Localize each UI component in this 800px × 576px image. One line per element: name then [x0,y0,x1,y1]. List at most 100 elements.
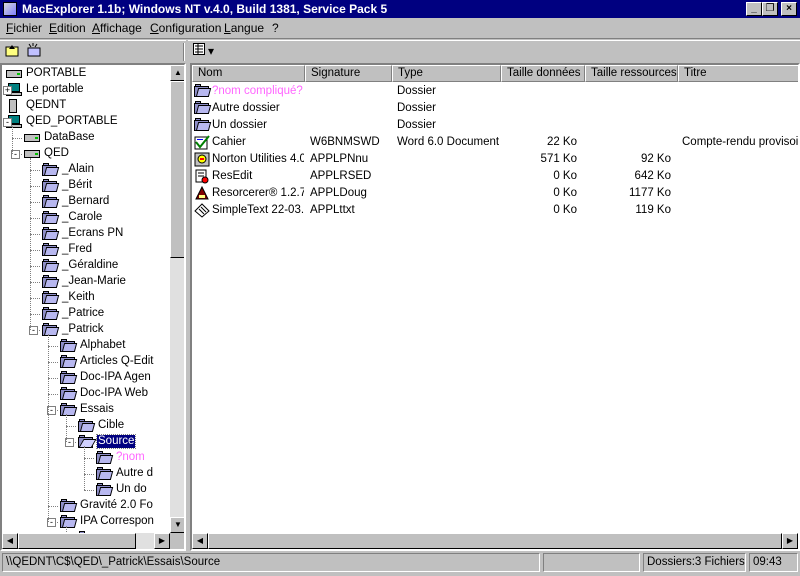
tree-item[interactable]: PORTABLE [6,66,170,82]
menu-help[interactable]: ? [272,21,279,35]
tree-item[interactable]: IPA Correspon [60,514,170,530]
tree-scroll-right-button[interactable]: ▶ [154,533,170,549]
file-row[interactable]: Norton Utilities 4.0 APPLPNnu 571 Ko 92 Ko [192,151,798,168]
file-row[interactable]: Un dossier Dossier [192,117,798,134]
column-header-taille-ressources[interactable]: Taille ressources [585,65,678,82]
tree-item[interactable]: DataBase [24,130,170,146]
tree-item[interactable]: _Patrice [42,306,170,322]
tree-item[interactable]: Un do [96,482,170,498]
tree-item-label: Autre d [116,467,154,479]
tree-item-label: _Bernard [62,195,110,207]
list-scroll-right-button[interactable]: ▶ [782,533,798,549]
tree-item-label: Un do [116,483,147,495]
close-button[interactable]: × [781,2,797,16]
cell-data-size: 0 Ko [553,170,577,182]
file-row[interactable]: ResEdit APPLRSED 0 Ko 642 Ko [192,168,798,185]
file-list-pane[interactable]: Nom Signature Type Taille données Taille… [190,63,800,551]
tree-item[interactable]: _Bernard [42,194,170,210]
tree-item[interactable]: _Alain [42,162,170,178]
folder-icon [194,84,212,99]
menu-fichier[interactable]: Fichier [6,21,42,35]
new-folder-button[interactable] [25,43,43,61]
cell-res-size: 1177 Ko [629,187,671,199]
minimize-button[interactable]: _ [746,2,762,16]
tree-item[interactable]: _Ecrans PN [42,226,170,242]
tree-item[interactable]: Alphabet [60,338,170,354]
menu-langue[interactable]: Langue [224,21,264,35]
tree-item[interactable]: _Géraldine [42,258,170,274]
tree-item[interactable]: Doc-IPA Agen [60,370,170,386]
tree-guide-line [84,446,85,490]
folder-icon [42,275,60,289]
app-icon[interactable] [3,2,17,16]
tree-item[interactable]: QEDNT [6,98,170,114]
tree-item[interactable]: QED [24,146,170,162]
tree-item[interactable]: Le portable [6,82,170,98]
column-header-type[interactable]: Type [392,65,501,82]
folder-icon [42,211,60,225]
tree-item[interactable]: _Carole [42,210,170,226]
cell-name: ResEdit [212,170,253,182]
tree-connector [48,378,58,379]
tree-connector [48,346,58,347]
tree-item[interactable]: Doc-IPA Web [60,386,170,402]
menu-affichage[interactable]: Affichage [92,21,142,35]
tree-scroll-down-button[interactable]: ▼ [170,517,184,533]
file-row[interactable]: ?nom compliqué? Dossier [192,83,798,100]
tree-item[interactable]: Source [78,434,170,450]
tree-vscroll-thumb[interactable] [170,81,184,258]
folder-icon [42,323,60,337]
column-header-signature[interactable]: Signature [305,65,392,82]
tree-item-label: QED [44,147,69,159]
toolbar-separator [183,43,185,61]
file-row[interactable]: SimpleText 22-03... APPLttxt 0 Ko 119 Ko [192,202,798,219]
list-scroll-left-button[interactable]: ◀ [192,533,208,549]
collapse-toggle[interactable]: - [3,118,12,127]
up-folder-icon [5,45,19,57]
tree-hscroll-thumb[interactable] [18,533,136,549]
cell-signature: W6BNMSWD [310,136,380,148]
file-row[interactable]: Resorcerer® 1.2.7 APPLDoug 0 Ko 1177 Ko [192,185,798,202]
tree-item[interactable]: Essais [60,402,170,418]
tree-connector [84,474,94,475]
tree-item[interactable]: ?nom [96,450,170,466]
column-header-taille-donnees[interactable]: Taille données [501,65,585,82]
status-time: 09:43 [749,553,798,572]
tree-connector [30,170,40,171]
tree-item-label: _Fred [62,243,93,255]
menu-configuration[interactable]: Configuration [150,21,221,35]
cell-signature: APPLDoug [310,187,367,199]
tree-connector [30,202,40,203]
folder-tree: PORTABLE Le portable + QEDNT QED_PORTABLE - Da… [2,65,170,533]
column-header-titre[interactable]: Titre [678,65,798,82]
cell-signature: APPLPNnu [310,153,369,165]
tree-item-label: Le portable [26,83,84,95]
tree-item[interactable]: Cible [78,418,170,434]
tree-item[interactable]: _Bérit [42,178,170,194]
column-header-nom[interactable]: Nom [192,65,305,82]
folder-icon [96,483,114,497]
tree-scroll-up-button[interactable]: ▲ [170,65,184,81]
tree-item[interactable]: QED_PORTABLE [6,114,170,130]
folder-icon [78,419,96,433]
tree-scroll-left-button[interactable]: ◀ [2,533,18,549]
tree-item[interactable]: Articles Q-Edit [60,354,170,370]
folder-tree-pane[interactable]: PORTABLE Le portable + QEDNT QED_PORTABLE - Da… [0,63,186,551]
file-row[interactable]: Cahier W6BNMSWD Word 6.0 Document 22 Ko Comp… [192,134,798,151]
tree-item[interactable]: _Patrick [42,322,170,338]
tree-item[interactable]: _Jean-Marie [42,274,170,290]
menu-edition[interactable]: Edition [49,21,86,35]
tree-item[interactable]: Gravité 2.0 Fo [60,498,170,514]
view-mode-dropdown[interactable]: ▾ [205,43,217,61]
file-row[interactable]: Autre dossier Dossier [192,100,798,117]
up-folder-button[interactable] [3,43,21,61]
expand-toggle[interactable]: + [3,86,12,95]
list-hscroll-thumb[interactable] [208,533,782,549]
tree-item-label: Doc-IPA Agen [80,371,151,383]
title-bar[interactable]: MacExplorer 1.1b; Windows NT v.4.0, Buil… [0,0,800,18]
tree-item[interactable]: _Fred [42,242,170,258]
tree-item[interactable]: Autre d [96,466,170,482]
tree-item[interactable]: _Keith [42,290,170,306]
cell-res-size: 642 Ko [634,170,671,182]
maximize-button[interactable]: ❐ [762,2,778,16]
